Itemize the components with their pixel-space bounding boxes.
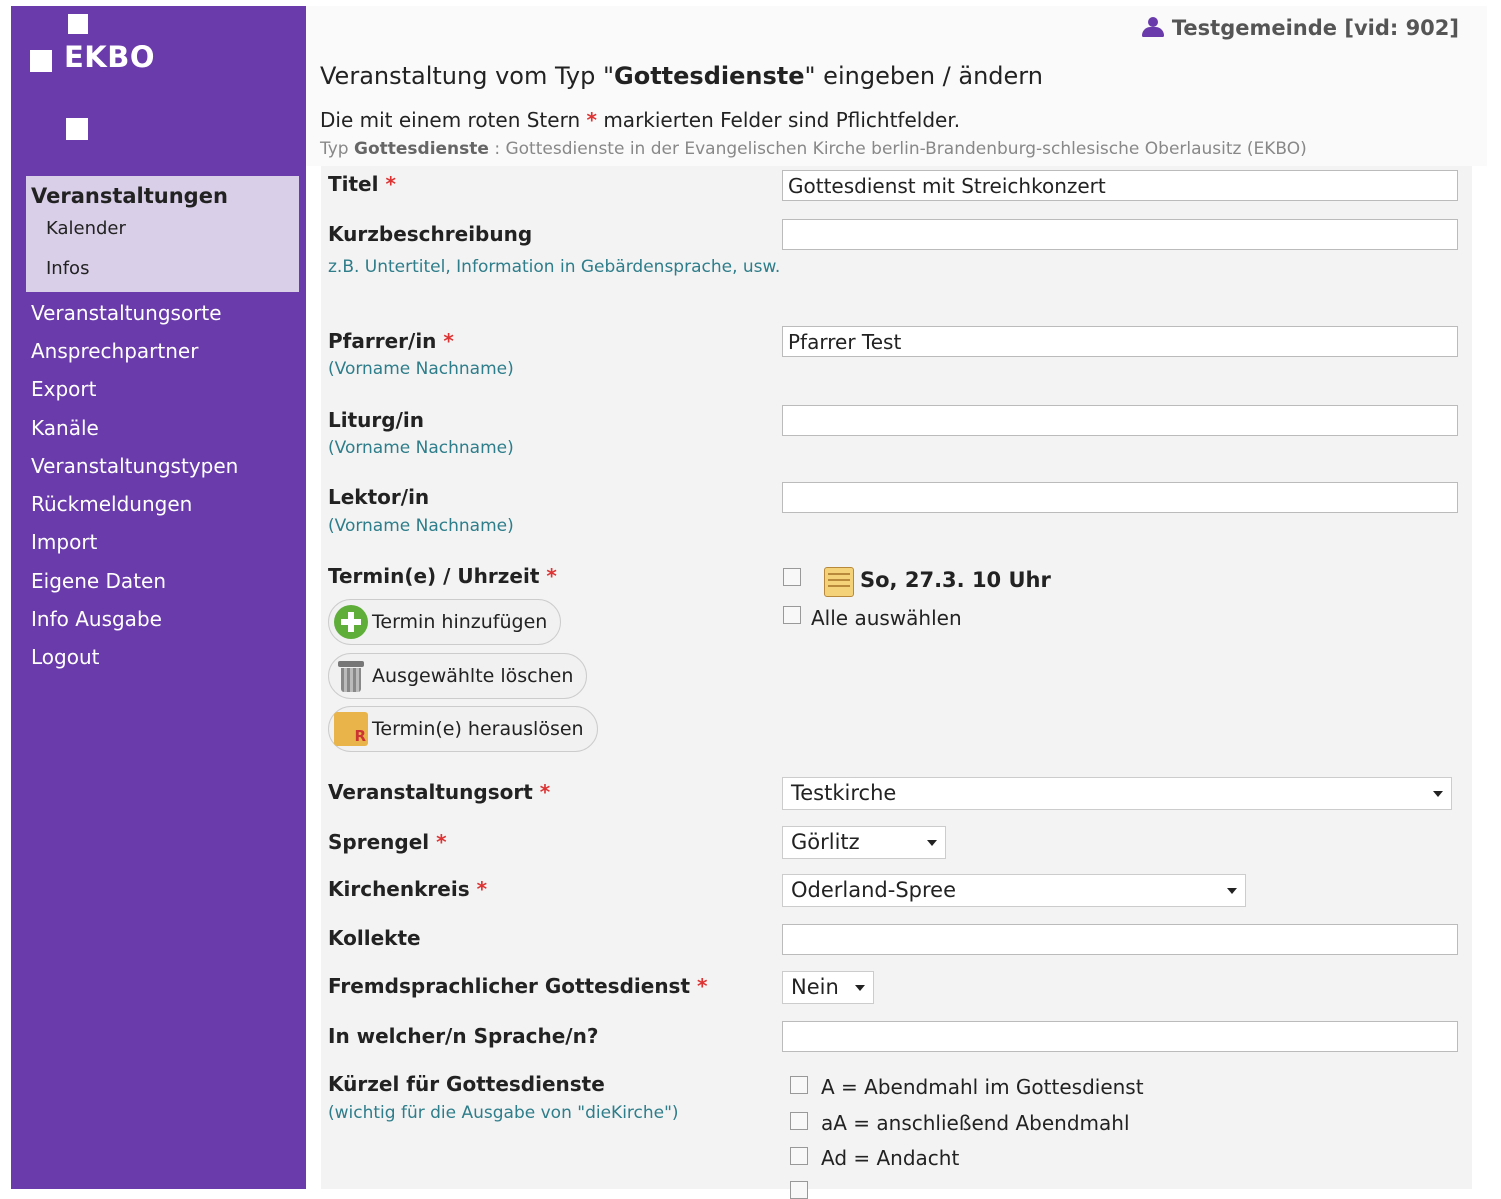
kurzbeschreibung-input[interactable] — [782, 219, 1458, 250]
titel-input[interactable] — [782, 170, 1458, 201]
pfarrer-label: Pfarrer/in * — [328, 329, 454, 353]
extract-icon: R — [334, 712, 368, 746]
extract-termin-label: Termin(e) herauslösen — [372, 718, 584, 740]
fremdsprachlich-label: Fremdsprachlicher Gottesdienst * — [328, 974, 708, 998]
kuerzel-option-a[interactable]: A = Abendmahl im Gottesdienst — [821, 1075, 1144, 1099]
termin-date: So, 27.3. 10 Uhr — [860, 568, 1051, 592]
nav-item-logout[interactable]: Logout — [31, 645, 99, 669]
kollekte-input[interactable] — [782, 924, 1458, 955]
required-star: * — [586, 108, 597, 132]
nav-item-veranstaltungsorte[interactable]: Veranstaltungsorte — [31, 301, 222, 325]
kuerzel-hint: (wichtig für die Ausgabe von "dieKirche"… — [328, 1103, 679, 1123]
sprengel-select[interactable]: Görlitz — [782, 826, 946, 859]
chevron-down-icon — [1227, 888, 1237, 894]
nav-item-rueckmeldungen[interactable]: Rückmeldungen — [31, 492, 192, 516]
kirchenkreis-label: Kirchenkreis * — [328, 877, 488, 901]
lektor-label: Lektor/in — [328, 485, 430, 509]
liturg-input[interactable] — [782, 405, 1458, 436]
kuerzel-checkbox-ad[interactable] — [790, 1147, 808, 1165]
extract-termin-button[interactable]: R Termin(e) herauslösen — [328, 706, 598, 752]
event-form: Titel * Kurzbeschreibung z.B. Untertitel… — [321, 166, 1472, 1199]
type-name: Gottesdienste — [354, 139, 489, 159]
chevron-down-icon — [1433, 791, 1443, 797]
nav-item-kalender[interactable]: Kalender — [46, 218, 126, 239]
page-title: Veranstaltung vom Typ "Gottesdienste" ei… — [320, 62, 1043, 90]
fremdsprachlich-select[interactable]: Nein — [782, 971, 874, 1004]
kuerzel-checkbox-next[interactable] — [790, 1181, 808, 1199]
kurzbeschreibung-hint: z.B. Untertitel, Information in Gebärden… — [328, 257, 781, 277]
nav-item-ansprechpartner[interactable]: Ansprechpartner — [31, 339, 198, 363]
nav-item-kanaele[interactable]: Kanäle — [31, 416, 99, 440]
required-note-prefix: Die mit einem roten Stern — [320, 108, 581, 132]
kuerzel-option-ad[interactable]: Ad = Andacht — [821, 1146, 959, 1170]
logo-text: EKBO — [64, 40, 156, 74]
kuerzel-label: Kürzel für Gottesdienste — [328, 1072, 605, 1096]
liturg-hint: (Vorname Nachname) — [328, 438, 514, 458]
termin-label: Termin(e) / Uhrzeit * — [328, 564, 557, 588]
nav-item-infos[interactable]: Infos — [46, 258, 89, 279]
user-name[interactable]: Testgemeinde [vid: 902] — [1172, 16, 1459, 40]
kollekte-label: Kollekte — [328, 926, 421, 950]
page-header: Testgemeinde [vid: 902] Veranstaltung vo… — [306, 6, 1487, 166]
sprengel-label: Sprengel * — [328, 830, 447, 854]
nav-section-veranstaltungen[interactable]: Veranstaltungen Kalender Infos — [26, 176, 299, 292]
required-note: Die mit einem roten Stern * markierten F… — [320, 108, 960, 132]
logo-square-icon — [66, 118, 88, 140]
chevron-down-icon — [855, 985, 865, 991]
user-info[interactable]: Testgemeinde [vid: 902] — [1141, 16, 1459, 40]
nav-item-import[interactable]: Import — [31, 530, 97, 554]
nav-item-info-ausgabe[interactable]: Info Ausgabe — [31, 607, 162, 631]
delete-selected-button[interactable]: Ausgewählte löschen — [328, 653, 588, 699]
lektor-input[interactable] — [782, 482, 1458, 513]
nav-section-title[interactable]: Veranstaltungen — [31, 184, 228, 208]
type-prefix: Typ — [320, 139, 349, 159]
select-all-label[interactable]: Alle auswählen — [811, 606, 962, 630]
kuerzel-checkbox-a[interactable] — [790, 1076, 808, 1094]
add-termin-button[interactable]: Termin hinzufügen — [328, 599, 562, 645]
pfarrer-input[interactable] — [782, 326, 1458, 357]
kurzbeschreibung-label: Kurzbeschreibung — [328, 222, 533, 246]
kuerzel-checkbox-aa[interactable] — [790, 1112, 808, 1130]
trash-icon — [334, 659, 368, 693]
type-desc: : Gottesdienste in der Evangelischen Kir… — [494, 139, 1307, 159]
nav-item-veranstaltungstypen[interactable]: Veranstaltungstypen — [31, 454, 238, 478]
sidebar: EKBO Veranstaltungen Kalender Infos Vera… — [11, 6, 306, 1189]
veranstaltungsort-select[interactable]: Testkirche — [782, 777, 1452, 810]
calendar-note-icon — [824, 567, 854, 597]
nav-item-export[interactable]: Export — [31, 377, 96, 401]
kirchenkreis-select[interactable]: Oderland-Spree — [782, 874, 1246, 907]
plus-icon — [334, 605, 368, 639]
kuerzel-option-aa[interactable]: aA = anschließend Abendmahl — [821, 1111, 1130, 1135]
chevron-down-icon — [927, 840, 937, 846]
termin-checkbox[interactable] — [783, 568, 801, 586]
required-note-suffix: markierten Felder sind Pflichtfelder. — [603, 108, 961, 132]
veranstaltungsort-label: Veranstaltungsort * — [328, 780, 551, 804]
logo-square-icon — [30, 50, 52, 72]
lektor-hint: (Vorname Nachname) — [328, 516, 514, 536]
page-title-prefix: Veranstaltung vom Typ " — [320, 62, 615, 90]
pfarrer-hint: (Vorname Nachname) — [328, 359, 514, 379]
delete-selected-label: Ausgewählte löschen — [372, 665, 574, 687]
type-description: Typ Gottesdienste : Gottesdienste in der… — [320, 139, 1307, 159]
sprache-label: In welcher/n Sprache/n? — [328, 1024, 599, 1048]
nav-item-eigene-daten[interactable]: Eigene Daten — [31, 569, 166, 593]
page-title-type: Gottesdienste — [614, 62, 805, 90]
user-icon — [1141, 17, 1164, 39]
select-all-checkbox[interactable] — [783, 606, 801, 624]
titel-label: Titel * — [328, 172, 396, 196]
add-termin-label: Termin hinzufügen — [372, 611, 548, 633]
liturg-label: Liturg/in — [328, 408, 424, 432]
logo-square-icon — [68, 14, 88, 34]
page-title-suffix: " eingeben / ändern — [804, 62, 1043, 90]
sprache-input[interactable] — [782, 1021, 1458, 1052]
